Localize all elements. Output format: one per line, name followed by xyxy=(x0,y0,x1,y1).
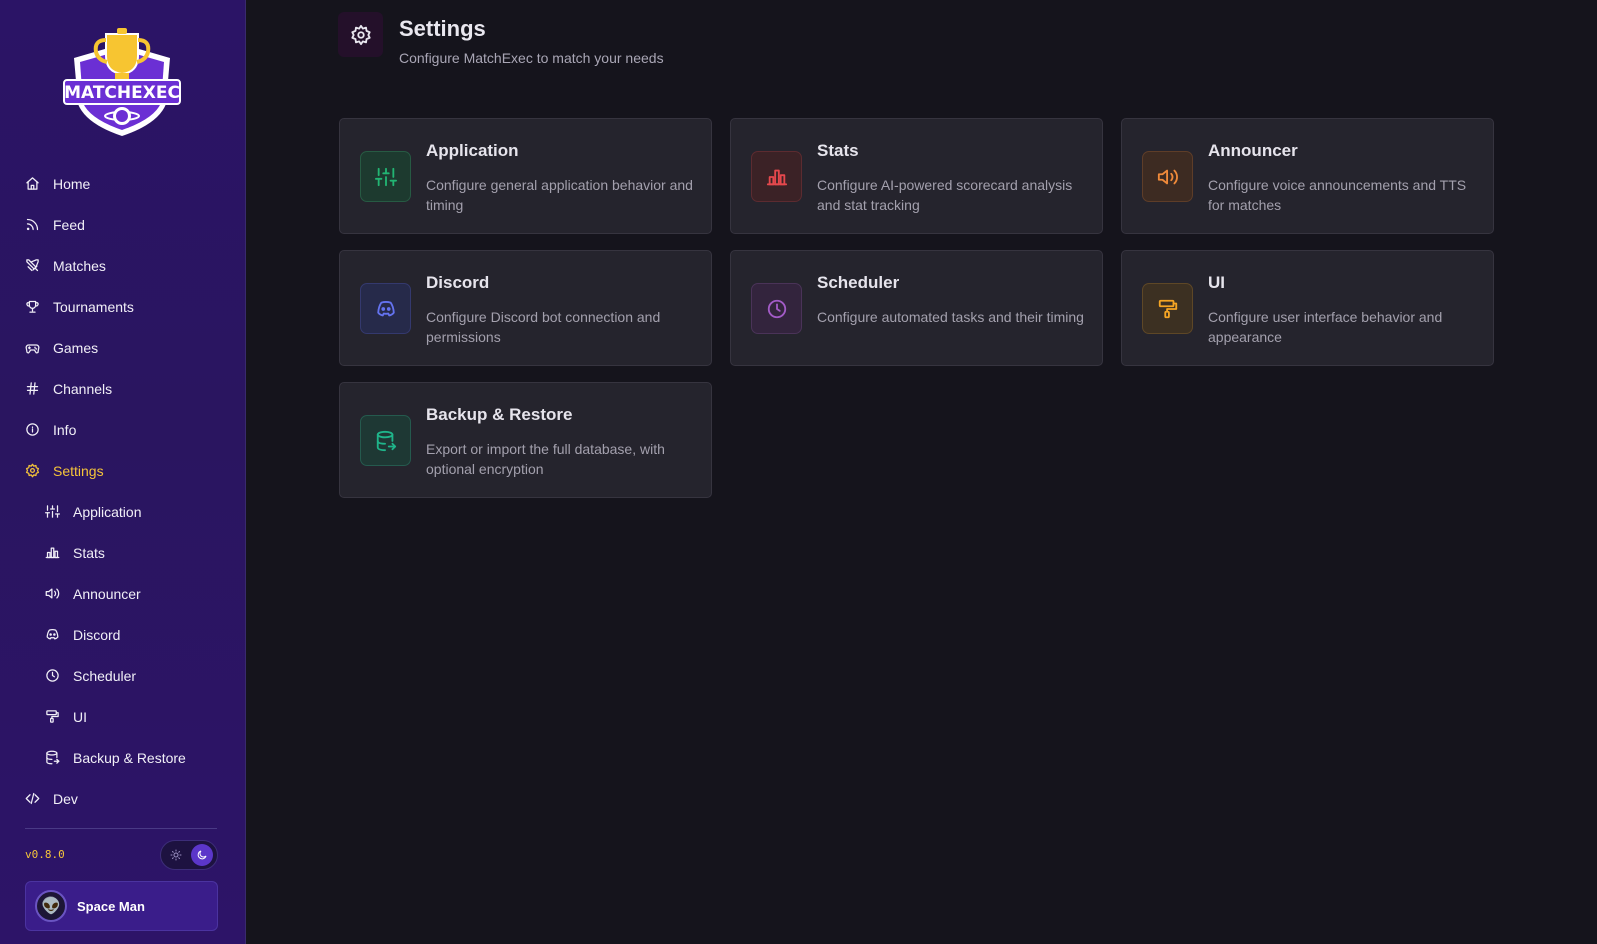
nav-feed-label: Feed xyxy=(53,216,85,233)
gamepad-icon xyxy=(25,340,41,356)
card-stats[interactable]: Stats Configure AI-powered scorecard ana… xyxy=(730,118,1103,234)
alien-icon: 👽 xyxy=(35,890,67,922)
card-discord[interactable]: Discord Configure Discord bot connection… xyxy=(339,250,712,366)
nav-games-label: Games xyxy=(53,339,99,356)
page-header: Settings Configure MatchExec to match yo… xyxy=(338,12,664,66)
nav-settings[interactable]: Settings xyxy=(0,450,246,491)
discord-icon xyxy=(45,627,61,643)
page-subtitle: Configure MatchExec to match your needs xyxy=(399,50,664,66)
hash-icon xyxy=(25,381,41,397)
sidebar-nav: Home Feed Matches Tournaments Games Chan… xyxy=(0,163,246,819)
card-title: Stats xyxy=(817,141,859,160)
nav-channels-label: Channels xyxy=(53,380,113,397)
nav-settings-discord[interactable]: Discord xyxy=(0,614,246,655)
nav-settings-announcer[interactable]: Announcer xyxy=(0,573,246,614)
nav-settings-backup[interactable]: Backup & Restore xyxy=(0,737,246,778)
card-title: UI xyxy=(1208,273,1225,292)
nav-home-label: Home xyxy=(53,175,91,192)
nav-channels[interactable]: Channels xyxy=(0,368,246,409)
rss-icon xyxy=(25,217,41,233)
code-icon xyxy=(25,791,41,807)
paint-roller-icon xyxy=(45,709,61,725)
info-icon xyxy=(25,422,41,438)
moon-icon[interactable] xyxy=(191,844,213,866)
nav-dev[interactable]: Dev xyxy=(0,778,246,819)
home-icon xyxy=(25,176,41,192)
swords-icon xyxy=(25,258,41,274)
nav-tournaments-label: Tournaments xyxy=(53,298,134,315)
card-backup-restore[interactable]: Backup & Restore Export or import the fu… xyxy=(339,382,712,498)
matchexec-logo[interactable]: MATCHEXEC xyxy=(62,26,182,138)
nav-application-label: Application xyxy=(73,503,142,520)
speaker-icon xyxy=(1142,151,1193,202)
nav-games[interactable]: Games xyxy=(0,327,246,368)
nav-home[interactable]: Home xyxy=(0,163,246,204)
nav-feed[interactable]: Feed xyxy=(0,204,246,245)
page-title: Settings xyxy=(399,16,486,41)
nav-info-label: Info xyxy=(53,421,77,438)
database-export-icon xyxy=(360,415,411,466)
nav-ui-label: UI xyxy=(73,708,87,725)
sidebar-divider xyxy=(25,828,217,829)
card-title: Discord xyxy=(426,273,490,292)
card-description: Export or import the full database, with… xyxy=(426,441,665,477)
nav-settings-application[interactable]: Application xyxy=(0,491,246,532)
card-description: Configure Discord bot connection and per… xyxy=(426,309,661,345)
database-export-icon xyxy=(45,750,61,766)
nav-info[interactable]: Info xyxy=(0,409,246,450)
clock-icon xyxy=(751,283,802,334)
nav-settings-ui[interactable]: UI xyxy=(0,696,246,737)
nav-dev-label: Dev xyxy=(53,790,78,807)
nav-discord-label: Discord xyxy=(73,626,121,643)
card-title: Application xyxy=(426,141,519,160)
speaker-icon xyxy=(45,586,61,602)
nav-matches-label: Matches xyxy=(53,257,106,274)
clock-icon xyxy=(45,668,61,684)
card-application[interactable]: Application Configure general applicatio… xyxy=(339,118,712,234)
gear-icon xyxy=(25,463,41,479)
nav-settings-label: Settings xyxy=(53,462,104,479)
nav-matches[interactable]: Matches xyxy=(0,245,246,286)
discord-icon xyxy=(360,283,411,334)
sliders-icon xyxy=(360,151,411,202)
theme-toggle[interactable] xyxy=(160,840,218,870)
bar-chart-icon xyxy=(45,545,61,561)
user-card[interactable]: 👽 Space Man xyxy=(25,881,218,931)
nav-stats-label: Stats xyxy=(73,544,105,561)
card-title: Announcer xyxy=(1208,141,1298,160)
logo-wordmark: MATCHEXEC xyxy=(64,83,180,103)
card-ui[interactable]: UI Configure user interface behavior and… xyxy=(1121,250,1494,366)
nav-backup-label: Backup & Restore xyxy=(73,749,186,766)
sidebar: MATCHEXEC Home Feed Matches Tournaments … xyxy=(0,0,246,944)
card-description: Configure voice announcements and TTS fo… xyxy=(1208,177,1467,213)
card-description: Configure general application behavior a… xyxy=(426,177,693,213)
nav-tournaments[interactable]: Tournaments xyxy=(0,286,246,327)
trophy-icon xyxy=(25,299,41,315)
card-description: Configure AI-powered scorecard analysis … xyxy=(817,177,1073,213)
card-description: Configure automated tasks and their timi… xyxy=(817,309,1084,325)
nav-announcer-label: Announcer xyxy=(73,585,141,602)
card-title: Scheduler xyxy=(817,273,900,292)
card-scheduler[interactable]: Scheduler Configure automated tasks and … xyxy=(730,250,1103,366)
paint-roller-icon xyxy=(1142,283,1193,334)
card-announcer[interactable]: Announcer Configure voice announcements … xyxy=(1121,118,1494,234)
nav-settings-scheduler[interactable]: Scheduler xyxy=(0,655,246,696)
nav-settings-stats[interactable]: Stats xyxy=(0,532,246,573)
nav-scheduler-label: Scheduler xyxy=(73,667,137,684)
sliders-icon xyxy=(45,504,61,520)
app-version: v0.8.0 xyxy=(25,848,65,861)
settings-gear-icon xyxy=(338,12,383,57)
bar-chart-icon xyxy=(751,151,802,202)
card-description: Configure user interface behavior and ap… xyxy=(1208,309,1443,345)
card-title: Backup & Restore xyxy=(426,405,573,424)
sun-icon[interactable] xyxy=(165,844,187,866)
user-name: Space Man xyxy=(77,898,145,914)
